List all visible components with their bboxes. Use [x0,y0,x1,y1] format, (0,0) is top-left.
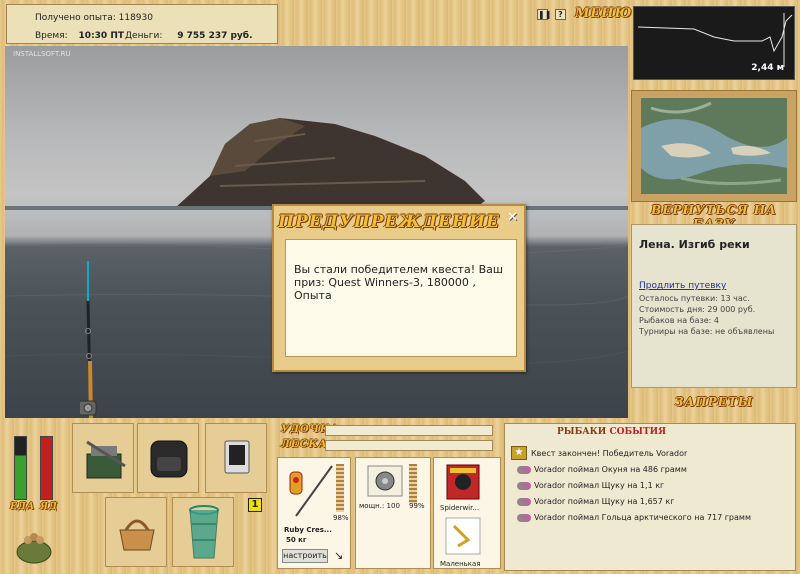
reel-slot[interactable]: мощн.: 100 99% [355,457,431,569]
event-item: Vorador поймал Окуня на 486 грамм [517,465,687,474]
events-panel: РЫБАКИ СОБЫТИЯ ★ Квест закончен! Победит… [504,423,796,571]
extend-permit-link[interactable]: Продлить путевку [639,281,726,291]
cast-arrow-icon[interactable]: ↘ [334,549,343,562]
money-label: Деньги: [125,31,163,41]
hook-name: Маленькая [440,560,481,568]
line-slot[interactable]: Spiderwir... Маленькая [433,457,501,569]
basket-icon [119,519,155,551]
xp-label: Получено опыта: [35,13,116,23]
day-cost: Стоимость дня: 29 000 руб. [639,305,756,314]
echo-sounder-icon [224,440,250,474]
lure-weight: 50 кг [286,536,307,544]
slot-device[interactable] [205,423,267,493]
time-value: 10:30 ПТ [78,31,124,41]
rod-tension-bar [325,425,493,436]
slot-basket[interactable] [105,497,167,567]
tackle-status: УДОЧКА ЛЕСКА [277,423,497,455]
depth-sounder: 2,44 м [633,6,795,80]
location-map-frame [631,90,797,202]
xp-row: Получено опыта: 118930 [35,13,153,23]
events-tab[interactable]: СОБЫТИЯ [609,427,666,437]
slot-backpack[interactable] [137,423,199,493]
keepnet-icon [189,505,219,559]
fish-lure-icon [517,465,531,474]
lure-name: Ruby Cres... [284,526,332,534]
restrictions-button[interactable]: ЗАПРЕТЫ [631,395,797,409]
rod-percent: 98% [333,514,349,522]
permit-remaining: Осталось путевки: 13 час. [639,294,750,303]
poison-label: ЯД [40,502,58,512]
reel-percent: 99% [409,502,425,510]
depth-value: 2,44 м [751,63,784,73]
event-item: Vorador поймал Щуку на 1,1 кг [517,481,664,490]
fish-lure-icon [517,481,531,490]
dialog-title: ПРЕДУПРЕЖДЕНИЕ [278,212,500,232]
anglers-tab[interactable]: РЫБАКИ [557,427,606,437]
events-title: РЫБАКИ СОБЫТИЯ [557,427,666,437]
tacklebox-icon [86,440,126,479]
slot-tacklebox[interactable] [72,423,134,493]
reel-icon [367,465,403,497]
pause-icon: ❚❚ [538,10,552,19]
money-row: Деньги: 9 755 237 руб. [125,31,253,41]
time-row: Время: 10:30 ПТ [35,31,124,41]
tournaments-at-base: Турниры на базе: не объявлены [639,327,775,336]
anglers-at-base: Рыбаков на базе: 4 [639,316,719,325]
location-info-panel: Лена. Изгиб реки Продлить путевку Остало… [631,224,797,388]
fish-lure-icon [517,513,531,522]
poison-meter [40,436,53,500]
lure-rod-icon [289,465,333,517]
fishing-rod[interactable] [80,261,110,418]
location-photo [641,98,787,194]
slot-counter: 1 [248,498,262,512]
fish-lure-icon [517,497,531,506]
food-label: ЕДА [10,502,36,512]
adjust-button[interactable]: настроить [282,549,328,563]
warning-dialog: ПРЕДУПРЕЖДЕНИЕ ✕ Вы стали победителем кв… [272,204,526,372]
money-value: 9 755 237 руб. [177,31,253,41]
slot-keepnet[interactable] [172,497,234,567]
rod-wear-bar [336,464,344,512]
line-name: Spiderwir... [440,504,480,512]
close-icon[interactable]: ✕ [507,210,518,225]
event-item: Vorador поймал Гольца арктического на 71… [517,513,751,522]
line-tension-bar [325,440,493,451]
dialog-message: Вы стали победителем квеста! Ваш приз: Q… [285,239,517,357]
backpack-icon [150,440,188,478]
event-item: Vorador поймал Щуку на 1,657 кг [517,497,674,506]
menu-button[interactable]: МЕНЮ [575,6,632,21]
food-sack-icon[interactable] [14,528,54,564]
line-spool-icon [446,464,480,500]
hook-icon [445,517,481,555]
xp-value: 118930 [118,13,153,23]
time-label: Время: [35,31,68,41]
player-stats-panel: Получено опыта: 118930 Время: 10:30 ПТ Д… [6,4,278,44]
reel-wear-bar [409,464,417,504]
food-meter [14,436,27,500]
star-icon: ★ [511,446,527,460]
line-label: ЛЕСКА [281,439,328,450]
location-name: Лена. Изгиб реки [639,238,750,251]
help-button[interactable]: ? [555,9,566,20]
reel-power: мощн.: 100 [359,502,400,510]
event-item: Квест закончен! Победитель Vorador [531,449,688,458]
status-panel: ЕДА ЯД [4,422,66,570]
pause-button[interactable]: ❚❚ [537,9,552,20]
